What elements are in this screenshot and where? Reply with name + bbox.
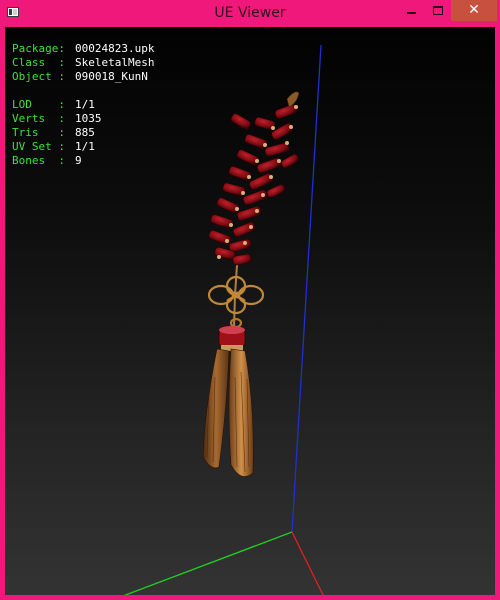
lod-value: 1/1 [75,98,95,111]
tassel-cap [218,326,246,351]
tassels [202,348,254,477]
info-row-class: Class : SkeletalMesh [12,56,154,70]
maximize-button[interactable] [425,0,451,21]
verts-value: 1035 [75,112,102,125]
tris-label: Tris : [12,126,65,139]
maximize-icon [433,6,443,15]
mesh-info-panel: Package: 00024823.upk Class : SkeletalMesh… [12,42,154,168]
minimize-icon [407,12,416,14]
object-label: Object : [12,70,65,83]
info-row-lod: LOD : 1/1 [12,98,154,112]
class-label: Class : [12,56,65,69]
lod-label: LOD : [12,98,65,111]
title-bar[interactable]: UE Viewer ✕ [0,0,500,27]
firecracker-cluster [208,91,300,266]
close-button[interactable]: ✕ [451,0,497,21]
package-label: Package: [12,42,65,55]
minimize-button[interactable] [398,0,424,21]
info-row-bones: Bones : 9 [12,154,154,168]
tris-value: 885 [75,126,95,139]
axis-z [291,44,322,533]
info-row-verts: Verts : 1035 [12,112,154,126]
verts-label: Verts : [12,112,65,125]
bones-value: 9 [75,154,82,167]
info-row-tris: Tris : 885 [12,126,154,140]
uvset-label: UV Set : [12,140,65,153]
info-row-package: Package: 00024823.upk [12,42,154,56]
app-window-icon[interactable] [7,7,19,17]
class-value: SkeletalMesh [75,56,155,69]
axis-y [123,531,293,595]
axis-x [291,531,324,595]
info-row-object: Object : 090018_KunN [12,70,154,84]
bones-label: Bones : [12,154,65,167]
3d-viewport[interactable]: Package: 00024823.upk Class : SkeletalMesh… [5,27,495,595]
close-icon: ✕ [468,2,480,18]
info-row-uvset: UV Set : 1/1 [12,140,154,154]
package-value: 00024823.upk [75,42,155,55]
app-window: UE Viewer ✕ Package: 00024823.upk Class … [0,0,500,600]
uvset-value: 1/1 [75,140,95,153]
object-value: 090018_KunN [75,70,148,83]
